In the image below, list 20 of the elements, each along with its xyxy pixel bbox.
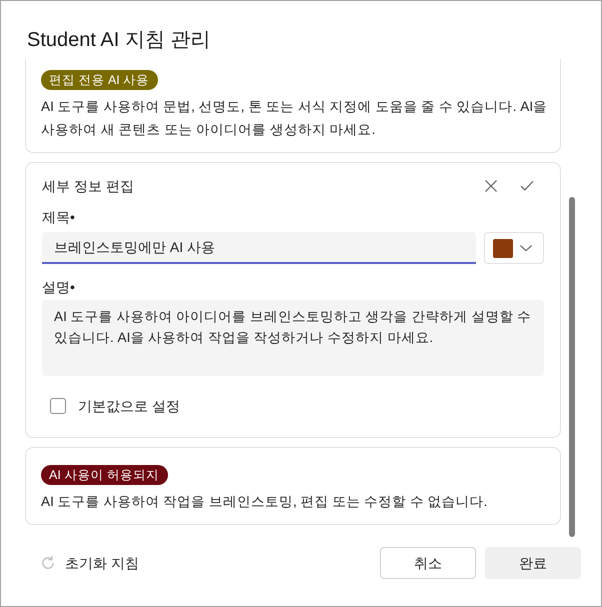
edit-heading: 세부 정보 편집 [42, 177, 134, 196]
guideline-description: AI 도구를 사용하여 문법, 선명도, 톤 또는 서식 지정에 도움을 줄 수 있습니다. AI을 사용하여 새 콘텐츠 또는 아이디어를 생성하지 마세요. [41, 98, 548, 139]
done-button[interactable]: 완료 [485, 547, 581, 579]
checkbox-label[interactable]: 기본값으로 설정 [78, 396, 180, 416]
refresh-icon [40, 555, 56, 571]
scrollbar-thumb[interactable] [569, 197, 575, 537]
check-icon [520, 179, 534, 193]
checkbox[interactable] [50, 398, 66, 414]
field-label: 설명• [42, 278, 76, 296]
close-icon [484, 179, 498, 193]
dialog-title: Student AI 지침 관리 [26, 28, 212, 53]
guideline-tag: AI 사용이 허용되지 [41, 465, 168, 485]
guideline-tag: 편집 전용 AI 사용 [41, 70, 158, 90]
description-field[interactable]: AI 도구를 사용하여 아이디어를 브레인스토밍하고 생각을 간략하게 설명할 수 있습니다. AI을 사용하여 작업을 작성하거나 수정하지 마세요. [42, 300, 544, 376]
color-picker[interactable] [484, 232, 544, 264]
reset-link[interactable]: 초기화 지침 [40, 553, 139, 573]
guideline-description: AI 도구를 사용하여 작업을 브레인스토밍, 편집 또는 수정할 수 없습니다. [41, 493, 488, 511]
field-label: 제목• [42, 208, 76, 226]
cancel-button[interactable]: 취소 [380, 547, 476, 579]
title-field[interactable]: 브레인스토밍에만 AI 사용 [42, 232, 476, 264]
